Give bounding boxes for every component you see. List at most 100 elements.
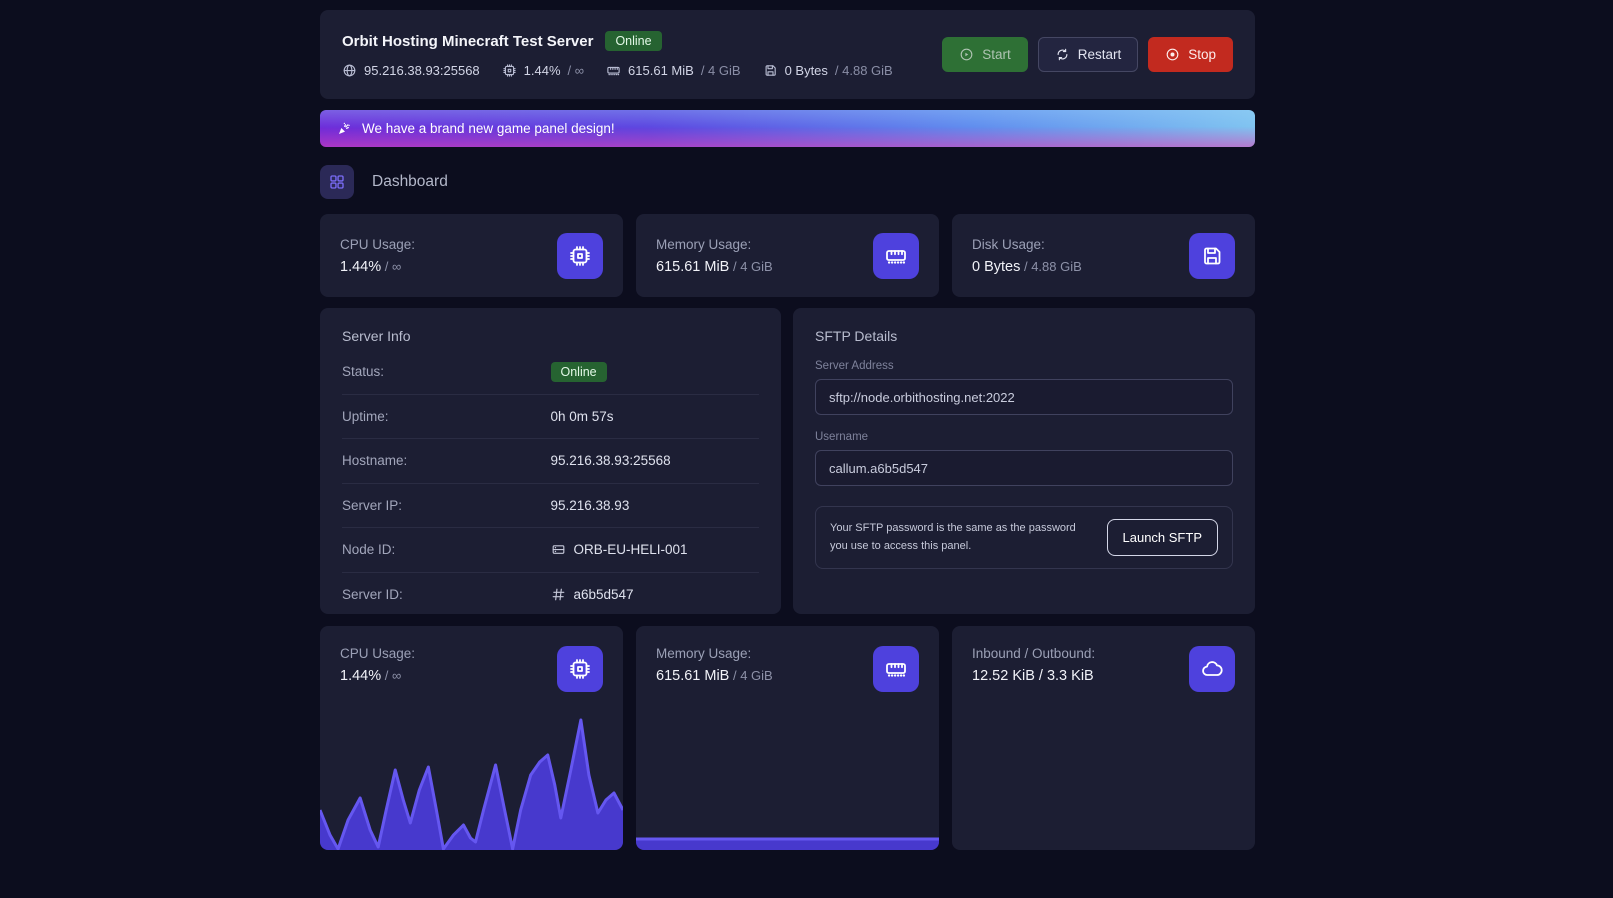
cpu-usage-limit: / ∞ (381, 259, 401, 274)
top-stat-cards: CPU Usage: 1.44% / ∞ Memory Usage: 615.6… (320, 214, 1255, 297)
globe-icon (342, 63, 357, 78)
sftp-title: SFTP Details (815, 328, 1233, 344)
cpu-icon (557, 646, 603, 692)
network-label: Inbound / Outbound: (972, 646, 1095, 661)
header-disk-value: 0 Bytes (785, 63, 828, 78)
memory-usage-limit: / 4 GiB (729, 259, 772, 274)
server-id-label: Server ID: (342, 587, 403, 602)
party-popper-icon (336, 121, 352, 137)
announcement-text: We have a brand new game panel design! (362, 121, 615, 136)
hash-icon (551, 587, 566, 602)
server-ip-value: 95.216.38.93 (551, 498, 630, 513)
sftp-username-label: Username (815, 431, 1233, 443)
server-id-value: a6b5d547 (574, 587, 634, 602)
server-header-stats: 95.216.38.93:25568 1.44% / ∞ 615.61 MiB … (342, 63, 893, 78)
cpu-chart-card: CPU Usage: 1.44% / ∞ (320, 626, 623, 850)
cpu-icon (502, 63, 517, 78)
header-stat-memory: 615.61 MiB / 4 GiB (606, 63, 741, 78)
memory-chart-card: Memory Usage: 615.61 MiB / 4 GiB (636, 626, 939, 850)
sftp-note-box: Your SFTP password is the same as the pa… (815, 506, 1233, 569)
disk-usage-limit: / 4.88 GiB (1020, 259, 1081, 274)
memory-usage-value: 615.61 MiB (656, 259, 729, 275)
uptime-value: 0h 0m 57s (551, 409, 614, 424)
server-header-info: Orbit Hosting Minecraft Test Server Onli… (342, 31, 893, 78)
page-heading: Dashboard (320, 165, 1255, 199)
restart-button-label: Restart (1078, 47, 1122, 62)
memory-icon (606, 63, 621, 78)
stop-circle-icon (1165, 47, 1180, 62)
status-online-badge: Online (551, 362, 607, 382)
disk-icon (763, 63, 778, 78)
play-circle-icon (959, 47, 974, 62)
launch-sftp-button[interactable]: Launch SFTP (1107, 519, 1219, 556)
cpu-usage-label: CPU Usage: (340, 237, 415, 252)
status-label: Status: (342, 364, 384, 379)
header-cpu-limit: / ∞ (568, 63, 585, 78)
memory-usage-label: Memory Usage: (656, 237, 773, 252)
server-ip-label: Server IP: (342, 498, 402, 513)
header-stat-disk: 0 Bytes / 4.88 GiB (763, 63, 893, 78)
server-header-card: Orbit Hosting Minecraft Test Server Onli… (320, 10, 1255, 99)
header-memory-value: 615.61 MiB (628, 63, 694, 78)
dashboard-page: Orbit Hosting Minecraft Test Server Onli… (320, 0, 1255, 850)
disk-usage-card: Disk Usage: 0 Bytes / 4.88 GiB (952, 214, 1255, 297)
bottom-stat-cards: CPU Usage: 1.44% / ∞ Memory Usage: 615.6… (320, 626, 1255, 850)
restart-icon (1055, 47, 1070, 62)
server-info-row-ip: Server IP: 95.216.38.93 (342, 484, 759, 529)
start-button[interactable]: Start (942, 37, 1028, 72)
server-info-row-id: Server ID: a6b5d547 (342, 573, 759, 618)
cpu-usage-card: CPU Usage: 1.44% / ∞ (320, 214, 623, 297)
disk-icon (1189, 233, 1235, 279)
cpu-icon (557, 233, 603, 279)
hostname-value: 95.216.38.93:25568 (551, 453, 671, 468)
network-card: Inbound / Outbound: 12.52 KiB / 3.3 KiB (952, 626, 1255, 850)
server-info-row-status: Status: Online (342, 350, 759, 395)
server-info-panel: Server Info Status: Online Uptime: 0h 0m… (320, 308, 781, 614)
sftp-address-label: Server Address (815, 360, 1233, 372)
disk-usage-label: Disk Usage: (972, 237, 1082, 252)
memory-usage-card: Memory Usage: 615.61 MiB / 4 GiB (636, 214, 939, 297)
header-stat-cpu: 1.44% / ∞ (502, 63, 584, 78)
uptime-label: Uptime: (342, 409, 389, 424)
memory-icon (873, 646, 919, 692)
server-info-row-hostname: Hostname: 95.216.38.93:25568 (342, 439, 759, 484)
announcement-banner[interactable]: We have a brand new game panel design! (320, 110, 1255, 147)
header-address-value: 95.216.38.93:25568 (364, 63, 480, 78)
hostname-label: Hostname: (342, 453, 407, 468)
server-info-row-uptime: Uptime: 0h 0m 57s (342, 395, 759, 440)
memory-chart-value: 615.61 MiB (656, 668, 729, 684)
restart-button[interactable]: Restart (1038, 37, 1139, 72)
page-title: Dashboard (372, 173, 448, 191)
memory-chart-label: Memory Usage: (656, 646, 773, 661)
cpu-chart-label: CPU Usage: (340, 646, 415, 661)
server-status-badge: Online (605, 31, 661, 51)
memory-usage-sparkline (636, 700, 939, 850)
server-title: Orbit Hosting Minecraft Test Server (342, 33, 593, 50)
memory-chart-limit: / 4 GiB (729, 668, 772, 683)
node-id-value: ORB-EU-HELI-001 (574, 542, 688, 557)
sftp-username-input[interactable] (815, 450, 1233, 486)
network-value: 12.52 KiB / 3.3 KiB (972, 668, 1094, 684)
cpu-chart-limit: / ∞ (381, 668, 401, 683)
header-stat-address: 95.216.38.93:25568 (342, 63, 480, 78)
middle-panels: Server Info Status: Online Uptime: 0h 0m… (320, 308, 1255, 614)
stop-button-label: Stop (1188, 47, 1216, 62)
stop-button[interactable]: Stop (1148, 37, 1233, 72)
sftp-address-input[interactable] (815, 379, 1233, 415)
dashboard-grid-icon (320, 165, 354, 199)
header-disk-limit: / 4.88 GiB (835, 63, 893, 78)
cloud-icon (1189, 646, 1235, 692)
server-info-title: Server Info (342, 328, 759, 344)
disk-usage-value: 0 Bytes (972, 259, 1020, 275)
cpu-usage-value: 1.44% (340, 259, 381, 275)
header-memory-limit: / 4 GiB (701, 63, 741, 78)
header-cpu-value: 1.44% (524, 63, 561, 78)
node-id-label: Node ID: (342, 542, 395, 557)
cpu-chart-value: 1.44% (340, 668, 381, 684)
memory-icon (873, 233, 919, 279)
sftp-details-panel: SFTP Details Server Address Username You… (793, 308, 1255, 614)
server-icon (551, 542, 566, 557)
server-info-row-node: Node ID: ORB-EU-HELI-001 (342, 528, 759, 573)
cpu-usage-sparkline (320, 700, 623, 850)
power-actions: Start Restart Stop (942, 37, 1233, 72)
